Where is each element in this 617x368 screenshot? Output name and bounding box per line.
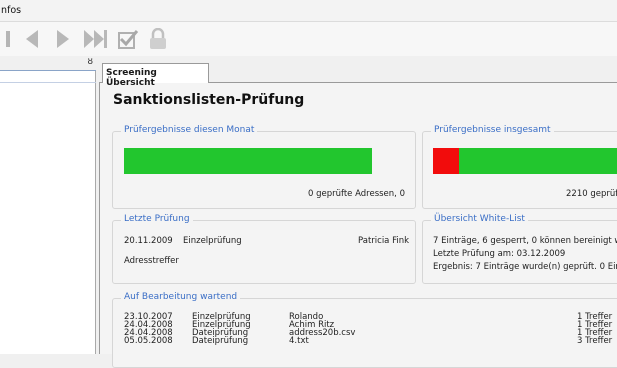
total-caption: 2210 geprüf — [566, 189, 617, 199]
last-check-result: Adresstreffer — [124, 256, 179, 266]
group-total: Prüfergebnisse insgesamt 2210 geprüf — [422, 125, 617, 209]
group-whitelist: Übersicht White-List 7 Einträge, 6 gespe… — [422, 214, 617, 284]
previous-icon[interactable] — [20, 28, 44, 50]
group-whitelist-title: Übersicht White-List — [431, 214, 528, 224]
total-bar-red — [433, 148, 459, 174]
page-title: Sanktionslisten-Prüfung — [113, 92, 305, 108]
next-icon[interactable] — [50, 28, 74, 50]
month-progress-bar — [124, 148, 372, 174]
left-panel-divider — [0, 82, 96, 83]
last-check-user: Patricia Fink — [358, 236, 410, 246]
toolbar — [0, 22, 617, 56]
last-icon[interactable] — [81, 28, 111, 50]
group-month: Prüfergebnisse diesen Monat 0 geprüfte A… — [112, 125, 416, 209]
total-bar-green — [459, 148, 617, 174]
pending-date: 05.05.2008 — [124, 336, 173, 346]
pin-icon[interactable]: ȣ — [88, 57, 94, 67]
lock-icon[interactable] — [146, 28, 170, 50]
menu-bar: nfos — [0, 0, 617, 22]
left-panel-header: ȣ — [0, 57, 96, 71]
whitelist-line-2: Letzte Prüfung am: 03.12.2009 — [433, 249, 566, 259]
pending-name: 4.txt — [289, 336, 309, 346]
last-check-date: 20.11.2009 — [124, 236, 173, 246]
tab-screening-uebersicht[interactable]: Screening Übersicht — [102, 63, 209, 88]
group-month-title: Prüfergebnisse diesen Monat — [121, 125, 258, 135]
group-last-check: Letzte Prüfung 20.11.2009 Einzelprüfung … — [112, 214, 416, 284]
overview-panel: Sanktionslisten-Prüfung Prüfergebnisse d… — [99, 82, 617, 368]
whitelist-line-1: 7 Einträge, 6 gesperrt, 0 können bereini… — [433, 236, 617, 246]
first-icon[interactable] — [0, 28, 14, 50]
group-last-check-title: Letzte Prüfung — [121, 214, 193, 224]
left-panel: ȣ — [0, 57, 96, 354]
whitelist-line-3: Ergebnis: 7 Einträge wurde(n) geprüft. 0… — [433, 262, 617, 272]
last-check-type: Einzelprüfung — [183, 236, 242, 246]
content-area: Screening Übersicht Sanktionslisten-Prüf… — [99, 57, 617, 368]
month-caption: 0 geprüfte Adressen, 0 — [307, 189, 405, 199]
menu-item-infos[interactable]: nfos — [1, 5, 21, 16]
check-icon[interactable] — [116, 28, 140, 50]
group-total-title: Prüfergebnisse insgesamt — [431, 125, 554, 135]
group-pending-title: Auf Bearbeitung wartend — [121, 292, 241, 302]
pending-type: Dateiprüfung — [192, 336, 249, 346]
pending-hits: 3 Treffer — [577, 336, 613, 346]
group-pending: Auf Bearbeitung wartend 23.10.2007 Einze… — [112, 292, 617, 368]
